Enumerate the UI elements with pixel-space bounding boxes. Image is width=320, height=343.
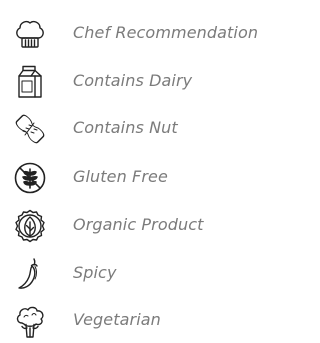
legend-item-chef-recommendation: Chef Recommendation <box>0 13 290 53</box>
organic-leaf-icon <box>13 209 47 243</box>
legend-label: Spicy <box>73 263 117 282</box>
legend-item-contains-nut: Contains Nut <box>0 108 290 148</box>
chili-pepper-icon <box>13 257 47 291</box>
chef-hat-icon <box>13 17 47 51</box>
legend-item-organic-product: Organic Product <box>0 205 290 245</box>
legend-label: Chef Recommendation <box>73 23 259 42</box>
gluten-free-icon <box>13 161 47 195</box>
milk-carton-icon <box>13 65 47 99</box>
broccoli-icon <box>13 304 47 338</box>
peanut-icon <box>13 112 47 146</box>
legend-label: Contains Nut <box>73 118 178 137</box>
legend-label: Vegetarian <box>73 310 161 329</box>
legend-label: Gluten Free <box>73 167 168 186</box>
legend-label: Contains Dairy <box>73 71 193 90</box>
legend-item-contains-dairy: Contains Dairy <box>0 61 290 101</box>
legend-item-spicy: Spicy <box>0 253 290 293</box>
legend-label: Organic Product <box>73 215 204 234</box>
legend-item-vegetarian: Vegetarian <box>0 300 290 340</box>
dietary-legend: Chef Recommendation Contains Dairy Conta… <box>0 0 290 343</box>
legend-item-gluten-free: Gluten Free <box>0 157 290 197</box>
